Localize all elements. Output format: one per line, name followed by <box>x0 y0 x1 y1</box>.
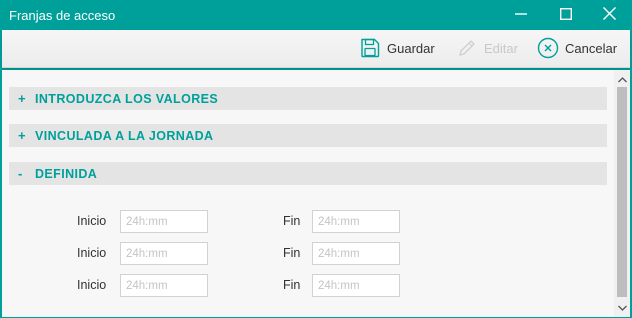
scrollbar-thumb[interactable] <box>617 87 627 297</box>
start-label: Inicio <box>77 214 107 228</box>
scroll-down-button[interactable] <box>614 299 630 315</box>
end-time-input[interactable] <box>312 242 400 265</box>
save-button[interactable]: Guardar <box>359 30 435 66</box>
end-label: Fin <box>283 246 301 260</box>
expand-sign: + <box>18 128 26 143</box>
save-label: Guardar <box>387 40 435 56</box>
section-title: DEFINIDA <box>35 166 98 181</box>
section-vinculada-jornada[interactable]: + VINCULADA A LA JORNADA <box>9 124 607 147</box>
title-bar[interactable]: Franjas de acceso <box>1 1 631 30</box>
start-label: Inicio <box>77 278 107 292</box>
expand-sign: + <box>18 91 26 106</box>
end-label: Fin <box>283 278 301 292</box>
dialog-window: Franjas de acceso Guardar Editar Cancela… <box>0 0 632 318</box>
collapse-sign: - <box>18 166 23 181</box>
time-range-row: Inicio Fin <box>2 242 602 266</box>
chevron-up-icon <box>617 70 627 88</box>
start-time-input[interactable] <box>120 242 208 265</box>
close-icon <box>602 6 616 25</box>
maximize-button[interactable] <box>546 1 586 30</box>
toolbar: Guardar Editar Cancelar <box>2 30 630 68</box>
window-title: Franjas de acceso <box>9 8 116 23</box>
section-title: INTRODUZCA LOS VALORES <box>35 91 219 106</box>
end-time-input[interactable] <box>312 274 400 297</box>
vertical-scrollbar[interactable] <box>614 70 630 317</box>
minimize-button[interactable] <box>501 1 541 30</box>
content-panel: + INTRODUZCA LOS VALORES + VINCULADA A L… <box>2 70 630 317</box>
start-label: Inicio <box>77 246 107 260</box>
minimize-icon <box>515 7 527 25</box>
time-range-row: Inicio Fin <box>2 210 602 234</box>
end-time-input[interactable] <box>312 210 400 233</box>
section-title: VINCULADA A LA JORNADA <box>35 128 214 143</box>
end-label: Fin <box>283 214 301 228</box>
close-button[interactable] <box>589 1 629 30</box>
time-range-row: Inicio Fin <box>2 274 602 298</box>
section-definida[interactable]: - DEFINIDA <box>9 162 607 185</box>
maximize-icon <box>559 7 573 25</box>
section-introduzca-valores[interactable]: + INTRODUZCA LOS VALORES <box>9 87 607 110</box>
edit-label: Editar <box>484 40 518 56</box>
start-time-input[interactable] <box>120 274 208 297</box>
start-time-input[interactable] <box>120 210 208 233</box>
floppy-disk-icon <box>359 37 381 59</box>
pencil-icon <box>456 37 478 59</box>
edit-button[interactable]: Editar <box>456 30 518 66</box>
circle-x-icon <box>537 37 559 59</box>
cancel-label: Cancelar <box>565 40 618 56</box>
cancel-button[interactable]: Cancelar <box>537 30 617 66</box>
scroll-up-button[interactable] <box>614 71 630 87</box>
chevron-down-icon <box>617 298 627 316</box>
